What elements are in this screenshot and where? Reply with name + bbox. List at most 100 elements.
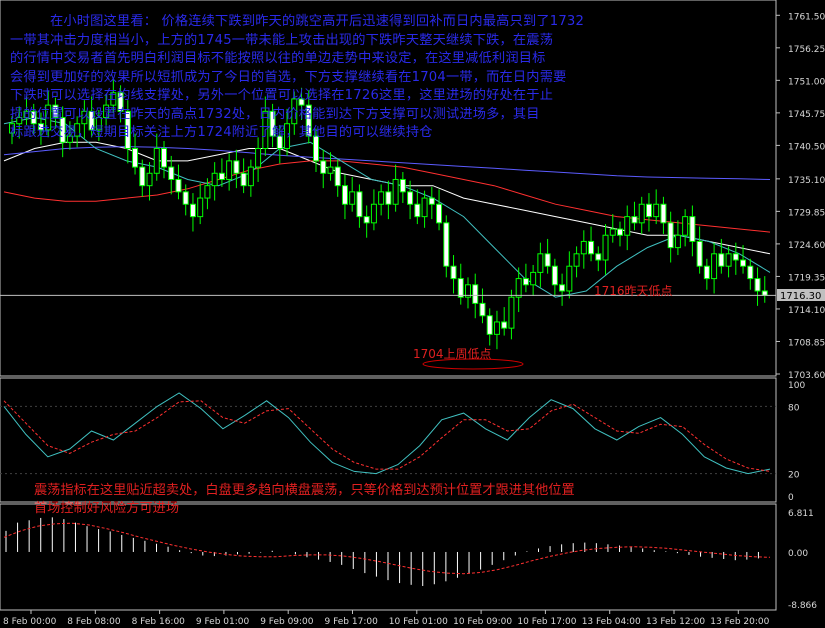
- candle-body: [617, 228, 623, 236]
- candle-body: [457, 278, 464, 298]
- stochastic-level-label: 20: [788, 471, 800, 481]
- candle-body: [436, 203, 443, 224]
- price-tick-label: 1745.75: [788, 110, 825, 120]
- candle-body: [588, 240, 595, 255]
- candle-body: [486, 315, 493, 335]
- candle-body: [740, 259, 747, 267]
- time-axis: 8 Feb 00:00 8 Feb 08:00 8 Feb 16:00 9 Feb 0…: [3, 610, 770, 627]
- candle-body: [696, 240, 703, 267]
- candle-body: [479, 302, 486, 317]
- price-tick-label: 1703.60: [788, 371, 825, 381]
- candle-body: [732, 253, 739, 261]
- time-tick-label: 10 Feb 17:00: [517, 617, 576, 627]
- candle-body: [363, 216, 370, 224]
- candle-body: [146, 172, 153, 187]
- candle-body: [544, 253, 551, 267]
- candle-body: [522, 278, 529, 286]
- candle-body: [551, 265, 558, 286]
- candle-body: [189, 203, 196, 218]
- annotation-yesterday-low: 1716昨天低点: [594, 284, 673, 298]
- candle-body: [674, 234, 681, 249]
- time-tick-label: 9 Feb 09:00: [260, 617, 314, 627]
- macd-axis-label: 0.00: [788, 549, 808, 559]
- candle-body: [233, 160, 240, 174]
- candle-body: [566, 265, 573, 292]
- price-tick-label: 1708.85: [788, 338, 825, 348]
- candle-body: [175, 178, 182, 193]
- candle-body: [226, 160, 233, 180]
- candle-body: [247, 166, 254, 187]
- candle-body: [718, 253, 725, 267]
- candle-body: [255, 147, 262, 168]
- candle-body: [428, 197, 435, 205]
- candle-body: [754, 278, 761, 292]
- commentary-line-3: 的行情中交易者首先明白利润目标不能按照以往的单边走势中来设定，在这里减低利润目标: [10, 51, 546, 66]
- candle-body: [327, 166, 334, 174]
- candle-body: [595, 253, 602, 261]
- candle-body: [493, 321, 500, 335]
- candle-body: [443, 222, 450, 267]
- stochastic-level-label: 0: [788, 493, 794, 503]
- candle-body: [501, 321, 508, 329]
- candle-body: [689, 216, 696, 242]
- candle-body: [385, 191, 392, 205]
- candle-body: [334, 166, 341, 187]
- candle-body: [660, 203, 667, 224]
- commentary-line-6: 损的位置可以设置在昨天的高点1732处，日内价格能到达下方支撑可以测试进场多，其…: [10, 106, 540, 122]
- price-tick-label: 1761.50: [788, 12, 825, 22]
- candle-body: [711, 253, 718, 280]
- annotation-last-week-low: 1704上周低点: [413, 347, 492, 361]
- candle-body: [559, 284, 566, 292]
- candle-body: [392, 178, 399, 205]
- commentary-main: 在小时图这里看： 价格连续下跌到昨天的跳空高开后迅速得到回补而日内最高只到了17…: [10, 13, 772, 143]
- candle-body: [407, 191, 414, 205]
- time-tick-label: 10 Feb 01:00: [389, 617, 448, 627]
- candle-body: [211, 172, 218, 187]
- time-tick-label: 8 Feb 16:00: [132, 617, 186, 627]
- time-tick-label: 13 Feb 12:00: [646, 617, 705, 627]
- candle-body: [653, 203, 660, 218]
- candle-body: [667, 222, 674, 249]
- candle-body: [537, 253, 544, 273]
- candle-body: [132, 147, 139, 168]
- commentary-line-4: 会得到更加好的效果所以短抓成为了今日的首选，下方支撑继续看在1704一带，而在日…: [10, 69, 567, 85]
- commentary-line-5: 下跌时可以选择在均线支撑处，另外一个位置可以选择在1726这里，这里进场的好处在…: [10, 88, 554, 103]
- macd-axis-label: 6.811: [788, 509, 814, 519]
- candle-body: [645, 203, 652, 218]
- price-tick-label: 1751.00: [788, 77, 825, 87]
- price-tick-label: 1729.85: [788, 208, 825, 218]
- current-price-label: 1716.30: [780, 291, 821, 302]
- time-tick-label: 10 Feb 09:00: [453, 617, 512, 627]
- price-tick-label: 1724.60: [788, 241, 825, 251]
- price-tick-label: 1714.10: [788, 306, 825, 316]
- time-tick-label: 8 Feb 08:00: [67, 617, 121, 627]
- commentary-line-7: 标跟进交易，短期目标关注上方1724附近了解，其他目的可以继续持仓: [10, 125, 433, 140]
- commentary-line-2: 一带其冲击力度相当小，上方的1745一带未能上攻击出现的下跌昨天整天继续下跌，在…: [10, 32, 554, 48]
- candle-body: [573, 253, 580, 267]
- stochastic-level-label: 100: [788, 381, 805, 391]
- time-tick-label: 13 Feb 20:00: [710, 617, 769, 627]
- candle-body: [580, 240, 587, 255]
- candle-body: [703, 265, 710, 280]
- candle-body: [761, 290, 768, 296]
- price-tick-label: 1735.10: [788, 176, 825, 186]
- price-tick-label: 1756.25: [788, 45, 825, 55]
- chart-window: 1761.50 1756.25 1751.00 1745.75 1740.50 1735.…: [0, 0, 825, 628]
- candle-body: [725, 253, 732, 267]
- candle-body: [450, 265, 457, 280]
- candle-body: [421, 197, 428, 218]
- candle-body: [218, 172, 225, 180]
- price-tick-label: 1719.35: [788, 273, 825, 283]
- stochastic-level-label: 80: [788, 403, 800, 413]
- candle-body: [747, 265, 754, 280]
- candle-body: [399, 178, 406, 193]
- candle-body: [378, 191, 385, 205]
- candle-body: [161, 147, 167, 168]
- candle-body: [370, 203, 377, 224]
- candle-body: [530, 271, 537, 286]
- candle-body: [320, 160, 327, 174]
- candle-body: [139, 166, 146, 187]
- oscillator-note-line-1: 震荡指标在这里贴近超卖处，白盘更多趋向横盘震荡，只等价格到达预计位置才跟进其他位…: [34, 483, 575, 498]
- candle-body: [204, 185, 211, 199]
- candle-body: [414, 203, 421, 218]
